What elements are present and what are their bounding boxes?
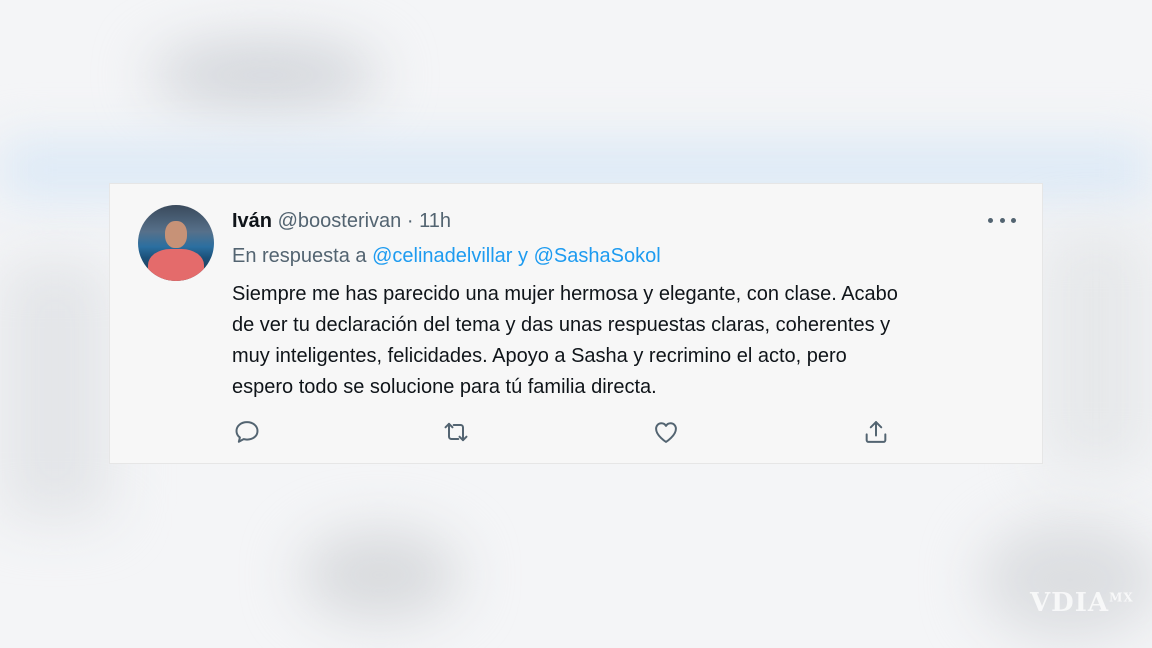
tweet-text-line: Siempre me has parecido una mujer hermos…	[232, 283, 898, 305]
reply-prefix: En respuesta a	[232, 245, 367, 267]
reply-context: En respuesta a @celinadelvillar y @Sasha…	[232, 245, 661, 268]
mention-link-1[interactable]: @celinadelvillar	[372, 245, 512, 267]
tweet-text: Siempre me has parecido una mujer hermos…	[232, 279, 1022, 403]
share-icon[interactable]	[862, 418, 890, 446]
tweet-text-line: de ver tu declaración del tema y das una…	[232, 314, 891, 336]
author-handle[interactable]: @boosterivan	[278, 210, 402, 232]
separator-dot: ·	[406, 210, 414, 232]
more-options-icon[interactable]	[988, 210, 1016, 230]
heart-icon[interactable]	[652, 418, 680, 446]
tweet-text-line: espero todo se solucione para tú familia…	[232, 376, 657, 398]
tweet-header: Iván @boosterivan · 11h	[232, 210, 451, 233]
tweet-actions	[110, 418, 1042, 448]
mention-link-2[interactable]: @SashaSokol	[534, 245, 661, 267]
reply-joiner: y	[518, 245, 529, 267]
tweet-time[interactable]: 11h	[419, 210, 451, 232]
avatar[interactable]	[138, 205, 214, 281]
reply-icon[interactable]	[233, 418, 261, 446]
retweet-icon[interactable]	[442, 418, 470, 446]
watermark-logo: VDIAMX	[1030, 588, 1134, 618]
tweet-text-line: muy inteligentes, felicidades. Apoyo a S…	[232, 345, 847, 367]
tweet-card: Iván @boosterivan · 11h En respuesta a @…	[109, 183, 1043, 464]
author-name[interactable]: Iván	[232, 210, 272, 232]
